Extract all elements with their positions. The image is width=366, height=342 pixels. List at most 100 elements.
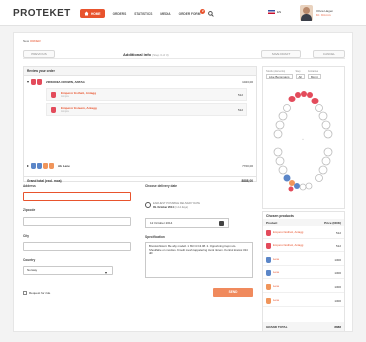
chosen-total-value: 8888: [334, 324, 341, 329]
delivery-date: 09. October 2014: [153, 205, 174, 209]
chosen-name: Lene: [273, 298, 280, 303]
save-draft-button[interactable]: SAVE DRAFT: [261, 50, 301, 58]
chosen-row[interactable]: Lene 1300: [263, 282, 344, 293]
country-value: Norway: [27, 268, 38, 272]
breadcrumb: New ORDER: [23, 39, 41, 43]
chosen-title: Chosen products: [266, 214, 294, 218]
city-label: City: [23, 234, 30, 238]
tooth-icon: [37, 78, 42, 85]
chosen-price: 512: [335, 231, 341, 235]
chosen-header: Product Price (NOK): [263, 219, 344, 226]
grand-total-label: Grand total (excl. moa): [27, 179, 62, 183]
tooth-icon: [49, 162, 54, 169]
delivery-form: Address Zipcode City Country Norway ▾ Ch…: [23, 184, 257, 297]
tooth-icon: [266, 284, 271, 290]
chosen-row[interactable]: Lene 1300: [263, 296, 344, 307]
calendar-icon[interactable]: [219, 221, 224, 226]
chosen-products: Chosen products Product Price (NOK) Empe…: [262, 211, 345, 331]
col-price: Price (NOK): [324, 220, 341, 225]
tooth-icon: [43, 162, 48, 169]
chosen-price: 1300: [334, 299, 341, 303]
chosen-total-label: GRAND TOTAL: [266, 324, 288, 329]
country-select[interactable]: Norway ▾: [23, 266, 113, 275]
nav-order-form-label: ORDER FORM: [178, 11, 201, 16]
zipcode-label: Zipcode: [23, 208, 36, 212]
breadcrumb-current: ORDER: [29, 39, 41, 43]
address-input[interactable]: [23, 192, 131, 201]
filter-select[interactable]: All: [295, 74, 305, 79]
cancel-button[interactable]: CANCEL: [313, 50, 345, 58]
tooth-icon: [31, 162, 36, 169]
item-price: 512: [237, 107, 243, 112]
group-label: ZIRKONIA CROWN, ANTAG: [46, 79, 85, 84]
nav-statistics[interactable]: STATISTICS: [134, 12, 152, 16]
tooth-icon: [266, 257, 271, 263]
chevron-down-icon: ▾: [104, 270, 107, 275]
clock-icon: [145, 202, 151, 208]
chosen-price: 1300: [334, 258, 341, 262]
send-button[interactable]: SEND: [213, 288, 253, 297]
request-checkbox-row[interactable]: Request for ride: [23, 291, 50, 295]
order-page: New ORDER PREVIOUS Additional info (Step…: [13, 32, 353, 332]
date-picker-input[interactable]: 12 October 2014: [145, 218, 229, 228]
chosen-row[interactable]: Lene 1300: [263, 268, 344, 279]
filter-select[interactable]: Like Bensmans: [266, 74, 293, 79]
tooth-icon: [266, 243, 271, 249]
delivery-date-label: Choose delivery date: [145, 184, 178, 188]
order-group-row[interactable]: ▾ ZIRKONIA CROWN, ANTAG 1023,00: [24, 77, 256, 86]
svg-text:+: +: [302, 137, 304, 141]
chosen-row[interactable]: Lene 1300: [263, 255, 344, 266]
nav-home[interactable]: HOME: [80, 9, 105, 18]
tooth-chart-panel: Teknik (oferrentio) Like Bensmans Step A…: [262, 66, 345, 209]
country-label: Country: [23, 258, 36, 262]
item-desc: Ampra: [61, 110, 69, 113]
city-input[interactable]: [23, 242, 131, 251]
nav-media[interactable]: MEDIA: [160, 12, 170, 16]
tooth-icon: [31, 78, 36, 85]
chosen-total: GRAND TOTAL 8888: [263, 322, 344, 331]
step-bar: PREVIOUS Additional info (Step 3 of 3) S…: [23, 50, 345, 59]
tooth-chart[interactable]: +: [263, 82, 344, 208]
tooth-icon: [37, 162, 42, 169]
chosen-price: 512: [335, 244, 341, 248]
search-icon[interactable]: [208, 10, 215, 17]
order-group-row[interactable]: ▸ Ab Lene 7700,00: [24, 161, 256, 170]
order-item-row: Emperor Estheti, Antagg Ampra 512: [46, 88, 247, 101]
chosen-name: Emperor Estheti, Antagg: [273, 230, 304, 235]
chosen-name: Lene: [273, 284, 280, 289]
filter-label: Contarles: [307, 70, 319, 73]
address-label: Address: [23, 184, 36, 188]
upper-selected-teeth: [288, 91, 319, 104]
user-menu[interactable]: Olivia Hagen Kl.: Kit nnn: [300, 5, 333, 21]
chosen-row[interactable]: Emperor Estheti, Antagg 512: [263, 228, 344, 239]
tooth-icon: [266, 230, 271, 236]
specification-label: Specification: [145, 235, 165, 239]
upper-arch: [273, 104, 333, 139]
step-title: Additional info (Step 3 of 3): [123, 52, 169, 57]
nav-order-form[interactable]: ORDER FORM 2: [178, 8, 206, 16]
date-value: 12 October 2014: [150, 221, 173, 225]
step-title-text: Additional info: [123, 52, 151, 57]
zipcode-input[interactable]: [23, 217, 131, 226]
filter-select[interactable]: Mont: [307, 74, 321, 79]
tooth-icon: [51, 91, 56, 98]
chosen-price: 1300: [334, 271, 341, 275]
filter-label: Teknik (oferrentio): [266, 70, 286, 73]
language-selector[interactable]: EN: [268, 10, 281, 14]
chosen-price: 1300: [334, 285, 341, 289]
nav-orders[interactable]: ORDERS: [113, 12, 127, 16]
lower-selected-teeth: [283, 174, 300, 192]
request-checkbox[interactable]: [23, 291, 27, 295]
chosen-row[interactable]: Emperor Estheti, Antagg 512: [263, 241, 344, 252]
breadcrumb-prefix: New: [23, 39, 30, 43]
specification-textarea[interactable]: Bruxismhistori. Be aby modell. 1 ISO til…: [145, 242, 253, 278]
logo[interactable]: PROTEKET: [13, 8, 71, 19]
previous-button[interactable]: PREVIOUS: [23, 50, 55, 58]
language-label: EN: [277, 10, 282, 14]
col-product: Product: [266, 220, 278, 225]
home-icon: [84, 11, 89, 16]
grand-total-value: 8888,00: [241, 179, 253, 183]
main-nav: HOME ORDERS STATISTICS MEDIA ORDER FORM …: [80, 8, 215, 18]
order-item-row: Emperor Esteem, Antagg Ampra 512: [46, 103, 247, 116]
lower-arch: [273, 147, 333, 191]
